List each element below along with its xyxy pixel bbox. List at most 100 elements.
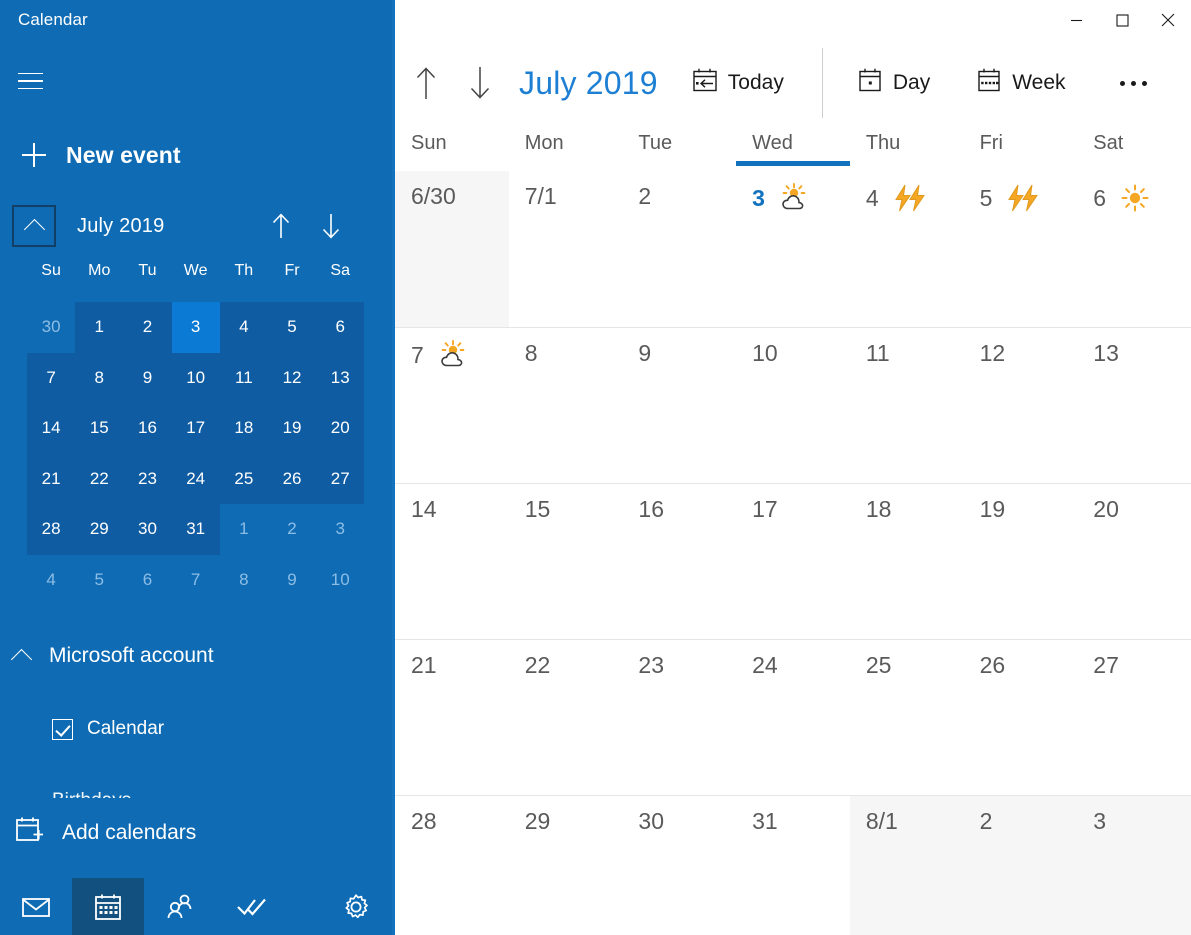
mini-day-cell[interactable]: 5 (75, 555, 123, 606)
day-cell[interactable]: 27 (1077, 640, 1191, 795)
maximize-button[interactable] (1099, 0, 1145, 40)
mini-day-cell[interactable]: 24 (171, 453, 220, 504)
mini-day-cell[interactable]: 3 (316, 504, 364, 555)
mini-prev-month-button[interactable] (270, 211, 292, 241)
minimize-button[interactable] (1053, 0, 1099, 40)
nav-mail-button[interactable] (0, 878, 72, 935)
day-cell[interactable]: 30 (622, 796, 736, 935)
add-calendars-button[interactable]: Add calendars (14, 815, 196, 850)
mini-day-cell[interactable]: 15 (75, 403, 124, 454)
close-button[interactable] (1145, 0, 1191, 40)
day-cell[interactable]: 3 (736, 171, 850, 327)
day-cell[interactable]: 26 (964, 640, 1078, 795)
day-cell[interactable]: 4 (850, 171, 964, 327)
day-cell[interactable]: 3 (1077, 796, 1191, 935)
day-cell[interactable]: 18 (850, 484, 964, 639)
mini-day-cell[interactable]: 4 (27, 555, 75, 606)
mini-day-cell[interactable]: 23 (123, 453, 172, 504)
mini-day-cell[interactable]: 30 (27, 302, 75, 353)
mini-day-cell[interactable]: 11 (219, 352, 268, 403)
day-cell[interactable]: 5 (964, 171, 1078, 327)
new-event-button[interactable]: New event (12, 130, 191, 180)
day-cell[interactable]: 6 (1077, 171, 1191, 327)
mini-day-cell[interactable]: 21 (27, 453, 76, 504)
mini-day-cell[interactable]: 28 (27, 504, 76, 555)
day-cell[interactable]: 21 (395, 640, 509, 795)
mini-day-cell[interactable]: 29 (75, 504, 124, 555)
mini-day-cell[interactable]: 4 (219, 302, 268, 353)
day-cell[interactable]: 29 (509, 796, 623, 935)
previous-period-button[interactable] (403, 60, 449, 106)
day-cell[interactable]: 23 (622, 640, 736, 795)
day-cell[interactable]: 11 (850, 328, 964, 483)
mini-day-cell[interactable]: 7 (172, 555, 220, 606)
nav-settings-button[interactable] (320, 878, 392, 935)
day-cell[interactable]: 2 (622, 171, 736, 327)
mini-day-cell[interactable]: 22 (75, 453, 124, 504)
day-cell[interactable]: 2 (963, 796, 1078, 935)
mini-day-cell[interactable]: 16 (123, 403, 172, 454)
day-cell[interactable]: 20 (1077, 484, 1191, 639)
day-cell[interactable]: 13 (1077, 328, 1191, 483)
mini-day-cell[interactable]: 2 (123, 302, 172, 353)
mini-day-cell[interactable]: 8 (220, 555, 268, 606)
calendar-checkbox-row[interactable]: Calendar (52, 718, 164, 740)
day-cell[interactable]: 16 (622, 484, 736, 639)
day-cell[interactable]: 17 (736, 484, 850, 639)
mini-day-cell[interactable]: 1 (75, 302, 124, 353)
mini-day-cell[interactable]: 20 (316, 403, 365, 454)
day-cell[interactable]: 7/1 (509, 171, 623, 327)
day-cell[interactable]: 8/1 (849, 796, 964, 935)
more-options-button[interactable] (1106, 61, 1161, 105)
mini-day-cell[interactable]: 26 (267, 453, 317, 504)
day-cell[interactable]: 28 (395, 796, 509, 935)
mini-day-cell[interactable]: 14 (27, 403, 76, 454)
day-cell[interactable]: 7 (395, 328, 509, 483)
mini-day-cell[interactable]: 3 (171, 302, 220, 353)
mini-calendar-collapse-button[interactable] (12, 205, 56, 247)
mini-day-cell[interactable]: 9 (268, 555, 316, 606)
day-view-button[interactable]: Day (845, 61, 942, 105)
day-cell[interactable]: 25 (850, 640, 964, 795)
nav-tasks-button[interactable] (216, 878, 288, 935)
day-cell[interactable]: 10 (736, 328, 850, 483)
mini-day-cell[interactable]: 31 (171, 504, 220, 555)
day-cell[interactable]: 8 (509, 328, 623, 483)
day-cell[interactable]: 14 (395, 484, 509, 639)
mini-day-cell[interactable]: 12 (267, 352, 317, 403)
mini-day-cell[interactable]: 8 (75, 352, 124, 403)
mini-day-cell[interactable]: 17 (171, 403, 220, 454)
mini-calendar-title[interactable]: July 2019 (77, 215, 270, 238)
day-cell[interactable]: 22 (509, 640, 623, 795)
mini-day-cell[interactable]: 6 (316, 302, 365, 353)
mini-day-cell[interactable]: 13 (316, 352, 365, 403)
mini-day-cell[interactable]: 27 (316, 453, 365, 504)
mini-day-cell[interactable]: 9 (123, 352, 172, 403)
mini-day-cell[interactable]: 18 (219, 403, 268, 454)
mini-day-cell[interactable]: 7 (27, 352, 76, 403)
mini-day-cell[interactable]: 30 (123, 504, 172, 555)
nav-people-button[interactable] (144, 878, 216, 935)
mini-day-cell[interactable]: 6 (123, 555, 171, 606)
microsoft-account-group[interactable]: Microsoft account (10, 644, 214, 670)
day-cell[interactable]: 6/30 (395, 171, 509, 327)
day-cell[interactable]: 12 (964, 328, 1078, 483)
calendar-checkbox[interactable] (52, 718, 73, 740)
day-cell[interactable]: 19 (964, 484, 1078, 639)
mini-next-month-button[interactable] (320, 211, 342, 241)
hamburger-menu-icon[interactable] (18, 64, 52, 98)
today-button[interactable]: Today (680, 61, 796, 105)
mini-day-cell[interactable]: 5 (267, 302, 317, 353)
mini-day-cell[interactable]: 2 (268, 504, 316, 555)
day-cell[interactable]: 15 (509, 484, 623, 639)
mini-day-cell[interactable]: 10 (171, 352, 220, 403)
mini-day-cell[interactable]: 10 (316, 555, 364, 606)
mini-day-cell[interactable]: 19 (267, 403, 317, 454)
mini-day-cell[interactable]: 1 (220, 504, 268, 555)
clipped-calendar-item[interactable]: Birthdays (52, 790, 131, 798)
current-month-title[interactable]: July 2019 (519, 65, 658, 102)
nav-calendar-button[interactable] (72, 878, 144, 935)
next-period-button[interactable] (457, 60, 503, 106)
week-view-button[interactable]: Week (964, 61, 1077, 105)
day-cell[interactable]: 31 (736, 796, 850, 935)
